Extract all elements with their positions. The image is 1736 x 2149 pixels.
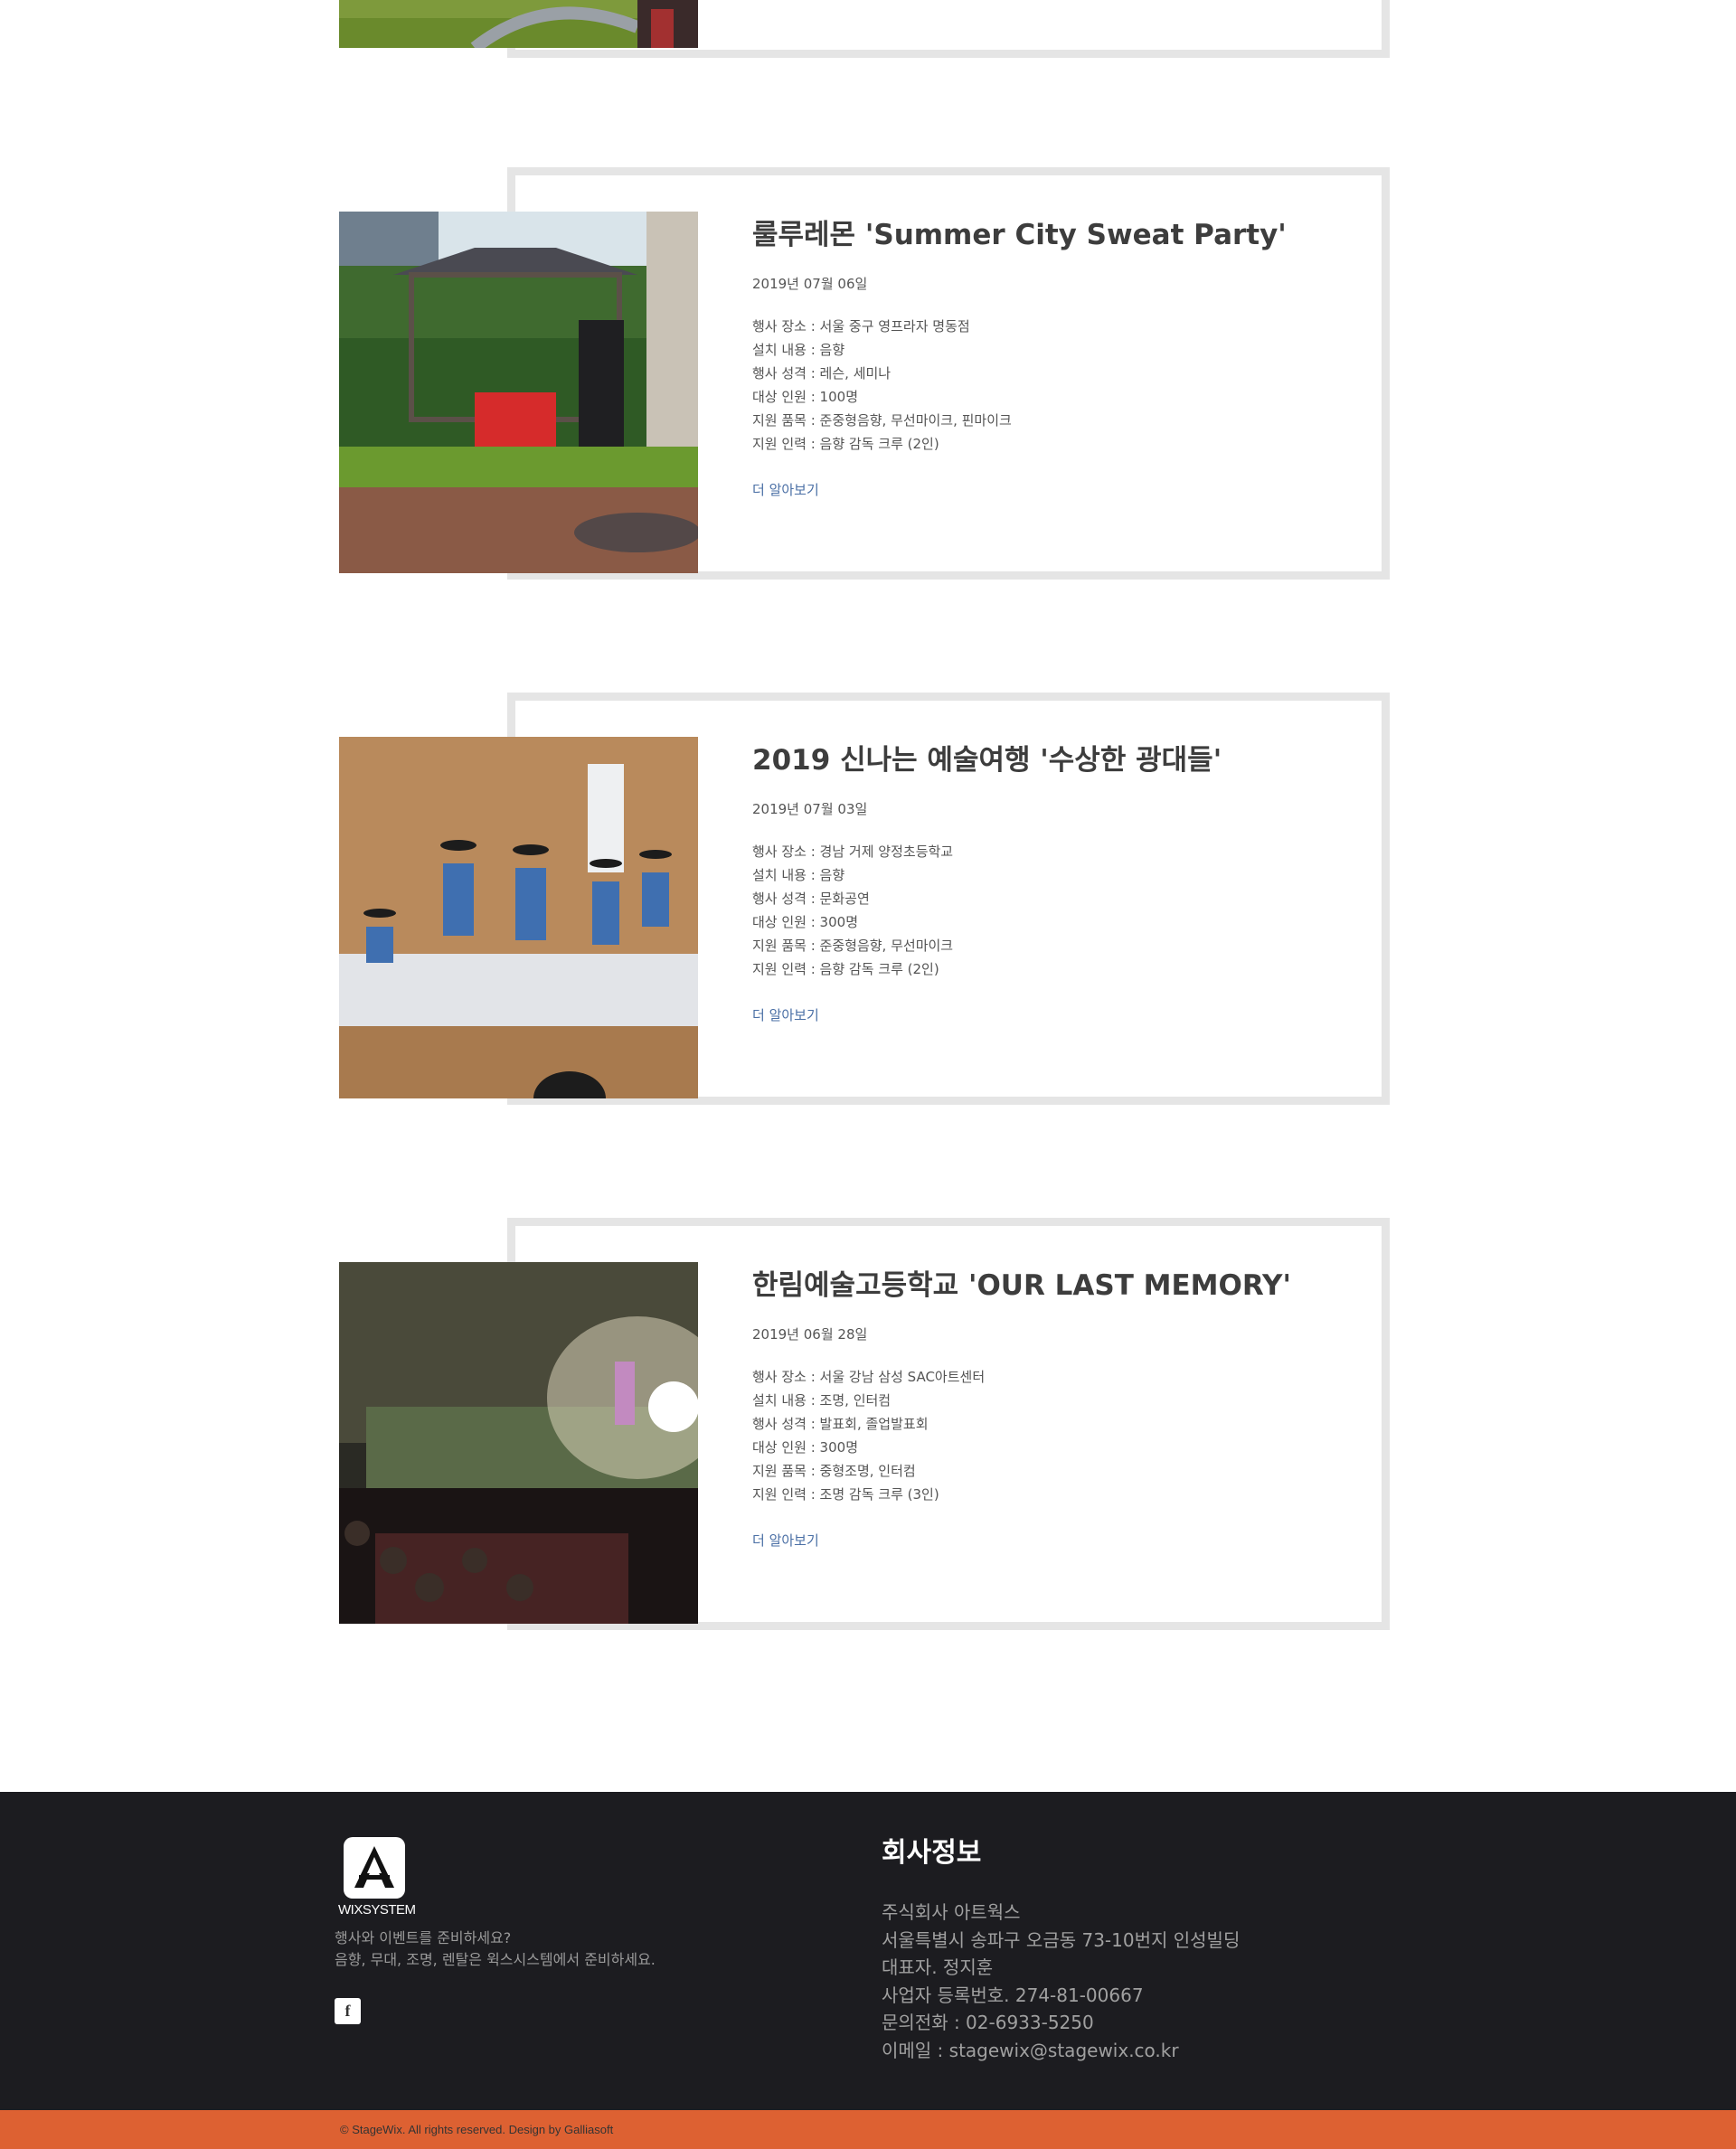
event-type: 행사 성격 : 레슨, 세미나 — [752, 365, 892, 382]
event-photo-previous[interactable] — [339, 0, 698, 48]
company-business-number: 사업자 등록번호. 274-81-00667 — [882, 1984, 1144, 2006]
event-details: 룰루레몬 'Summer City Sweat Party' 2019년 07월… — [752, 217, 1331, 499]
company-name: 주식회사 아트웍스 — [882, 1901, 1021, 1923]
copyright-bar: © StageWix. All rights reserved. Design … — [0, 2110, 1736, 2149]
event-date: 2019년 06월 28일 — [752, 1326, 868, 1343]
tagline-line: 행사와 이벤트를 준비하세요? — [335, 1929, 512, 1946]
company-info-list: 주식회사 아트웍스 서울특별시 송파구 오금동 73-10번지 인성빌딩 대표자… — [882, 1899, 1240, 2064]
company-ceo: 대표자. 정지훈 — [882, 1956, 994, 1978]
event-install: 설치 내용 : 조명, 인터컴 — [752, 1392, 892, 1409]
company-logo[interactable] — [344, 1837, 405, 1899]
event-audience: 대상 인원 : 300명 — [752, 1439, 858, 1456]
event-detail-list: 행사 장소 : 서울 중구 영프라자 명동점 설치 내용 : 음향 행사 성격 … — [752, 315, 1331, 456]
facebook-icon[interactable]: f — [335, 1998, 361, 2024]
event-date: 2019년 07월 03일 — [752, 801, 868, 817]
event-equipment: 지원 품목 : 중형조명, 인터컴 — [752, 1463, 916, 1479]
event-venue: 행사 장소 : 서울 강남 삼성 SAC아트센터 — [752, 1369, 986, 1385]
learn-more-link[interactable]: 더 알아보기 — [752, 481, 819, 499]
company-address: 서울특별시 송파구 오금동 73-10번지 인성빌딩 — [882, 1928, 1241, 1951]
event-detail-list: 행사 장소 : 경남 거제 양정초등학교 설치 내용 : 음향 행사 성격 : … — [752, 840, 1331, 981]
learn-more-link[interactable]: 더 알아보기 — [752, 1532, 819, 1550]
event-audience: 대상 인원 : 100명 — [752, 389, 858, 405]
event-type: 행사 성격 : 문화공연 — [752, 891, 870, 907]
copyright-text: © StageWix. All rights reserved. Design … — [340, 2123, 614, 2136]
learn-more-link[interactable]: 더 알아보기 — [752, 1006, 819, 1024]
event-details: 한림예술고등학교 'OUR LAST MEMORY' 2019년 06월 28일… — [752, 1268, 1331, 1550]
footer-tagline: 행사와 이벤트를 준비하세요? 음향, 무대, 조명, 렌탈은 윅스시스템에서 … — [335, 1928, 656, 1971]
event-audience: 대상 인원 : 300명 — [752, 914, 858, 930]
event-title: 룰루레몬 'Summer City Sweat Party' — [752, 219, 1287, 251]
company-info-heading: 회사정보 — [882, 1837, 982, 1869]
company-email: 이메일 : stagewix@stagewix.co.kr — [882, 2039, 1179, 2061]
event-photo[interactable] — [339, 737, 698, 1098]
tagline-line: 음향, 무대, 조명, 렌탈은 윅스시스템에서 준비하세요. — [335, 1951, 656, 1968]
event-detail-list: 행사 장소 : 서울 강남 삼성 SAC아트센터 설치 내용 : 조명, 인터컴… — [752, 1365, 1331, 1506]
event-equipment: 지원 품목 : 준중형음향, 무선마이크, 핀마이크 — [752, 412, 1012, 429]
event-staff: 지원 인력 : 음향 감독 크루 (2인) — [752, 436, 939, 452]
event-details: 2019 신나는 예술여행 '수상한 광대들' 2019년 07월 03일 행사… — [752, 742, 1331, 1024]
company-phone: 문의전화 : 02-6933-5250 — [882, 2012, 1094, 2033]
event-date: 2019년 07월 06일 — [752, 276, 868, 292]
event-photo[interactable] — [339, 1262, 698, 1624]
event-venue: 행사 장소 : 경남 거제 양정초등학교 — [752, 844, 954, 860]
event-staff: 지원 인력 : 음향 감독 크루 (2인) — [752, 961, 939, 977]
logo-wordmark: WIXSYSTEM — [338, 1902, 416, 1918]
event-photo[interactable] — [339, 212, 698, 573]
site-footer: WIXSYSTEM 행사와 이벤트를 준비하세요? 음향, 무대, 조명, 렌탈… — [0, 1792, 1736, 2110]
event-install: 설치 내용 : 음향 — [752, 342, 845, 358]
event-type: 행사 성격 : 발표회, 졸업발표회 — [752, 1416, 929, 1432]
event-venue: 행사 장소 : 서울 중구 영프라자 명동점 — [752, 318, 970, 335]
event-title: 한림예술고등학교 'OUR LAST MEMORY' — [752, 1269, 1291, 1302]
event-equipment: 지원 품목 : 준중형음향, 무선마이크 — [752, 938, 954, 954]
event-staff: 지원 인력 : 조명 감독 크루 (3인) — [752, 1486, 939, 1503]
event-install: 설치 내용 : 음향 — [752, 867, 845, 883]
event-title: 2019 신나는 예술여행 '수상한 광대들' — [752, 744, 1222, 777]
